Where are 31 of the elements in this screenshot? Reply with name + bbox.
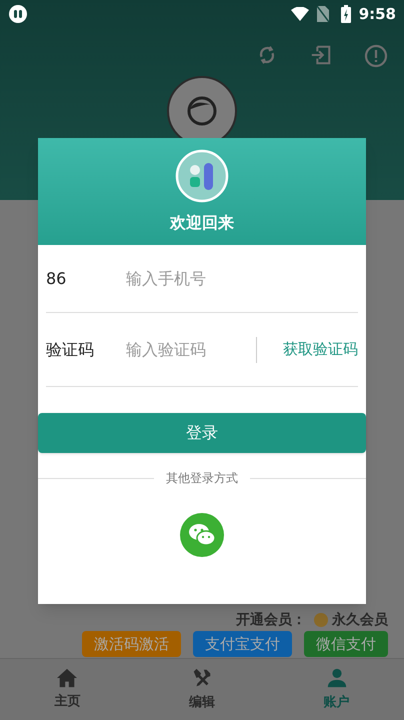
code-field[interactable]: 输入验证码 (126, 338, 256, 362)
nav-tab[interactable]: 编辑 (134, 659, 270, 720)
dialog-title: 欢迎回来 (170, 212, 234, 234)
home-icon (56, 668, 78, 688)
other-methods-label: 其他登录方式 (166, 470, 238, 487)
code-label: 验证码 (46, 338, 95, 360)
tools-icon (191, 666, 213, 689)
person-icon (326, 666, 348, 689)
payment-button[interactable]: 微信支付 (304, 630, 388, 657)
login-button[interactable]: 登录 (38, 413, 366, 453)
get-code-button[interactable]: 获取验证码 (257, 338, 358, 361)
nav-tab[interactable]: 账户 (269, 659, 404, 720)
phone-field[interactable]: 输入手机号 (126, 266, 358, 290)
payment-button[interactable]: 支付宝支付 (193, 630, 292, 657)
app-logo (175, 148, 229, 202)
chat-bubbles-icon (188, 523, 216, 547)
country-code[interactable]: 86 (46, 266, 126, 290)
face-icon (187, 96, 217, 126)
info-icon[interactable] (364, 44, 388, 68)
battery-icon (340, 5, 351, 23)
clock: 9:58 (358, 4, 396, 25)
nav-tab[interactable]: 主页 (0, 659, 135, 720)
membership-label: 开通会员： (236, 610, 306, 628)
wifi-icon (290, 7, 309, 21)
login-icon[interactable] (310, 44, 332, 66)
app-icon (8, 4, 28, 24)
payment-button[interactable]: 激活码激活 (82, 630, 181, 657)
coin-icon (314, 612, 328, 626)
membership-plan: 永久会员 (314, 610, 388, 628)
no-sim-icon (316, 6, 329, 22)
wechat-login-button[interactable] (180, 513, 224, 557)
